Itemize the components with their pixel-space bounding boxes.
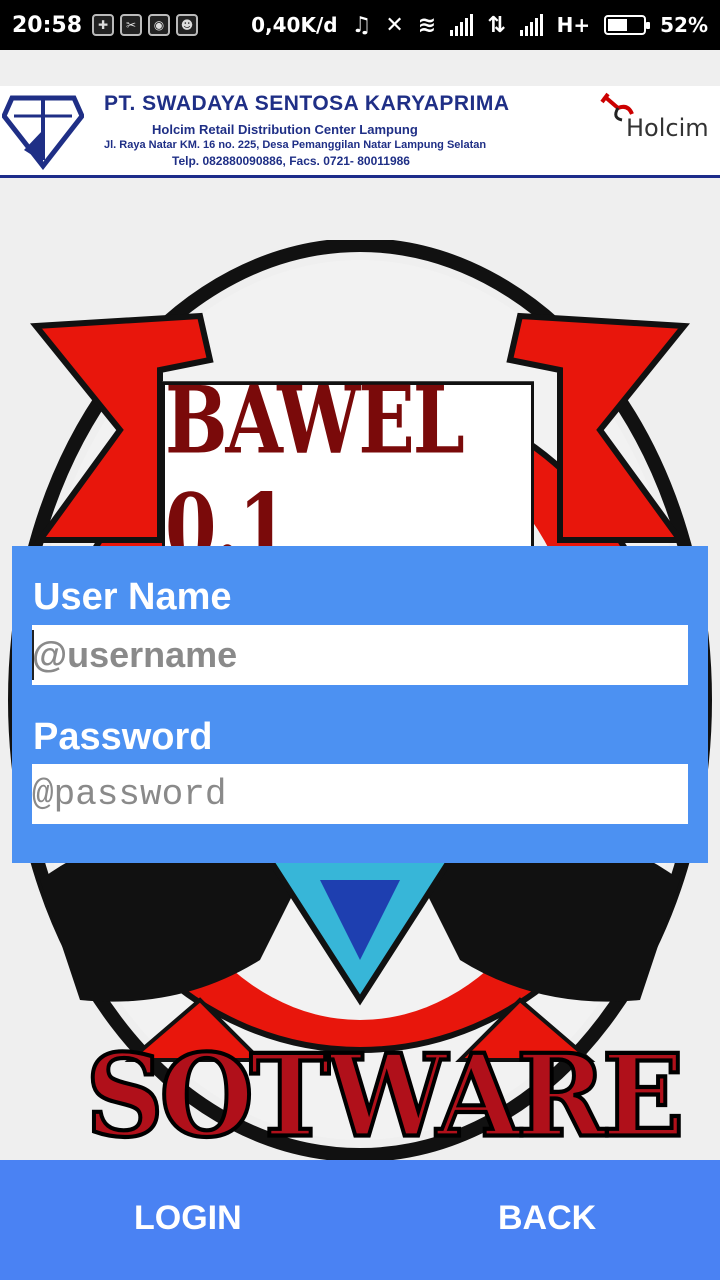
network-speed: 0,40K/d xyxy=(251,13,338,37)
data-transfer-icon: ⇅ xyxy=(487,12,506,38)
emblem-title: BAWEL 0.1 xyxy=(162,368,534,583)
company-name: PT. SWADAYA SENTOSA KARYAPRIMA xyxy=(104,92,510,115)
company-diamond-logo xyxy=(2,95,84,170)
network-type: H+ xyxy=(556,13,591,37)
status-time: 20:58 xyxy=(12,12,83,38)
username-input[interactable] xyxy=(32,625,688,685)
notification-icons: ✚ ✂ ◉ ☻ xyxy=(92,14,199,36)
headphones-icon: ♫ xyxy=(351,12,372,38)
login-button[interactable]: LOGIN xyxy=(0,1160,356,1280)
status-bar: 20:58 ✚ ✂ ◉ ☻ 0,40K/d ♫ ✕ ≋ ⇅ H+ 52% xyxy=(0,0,720,50)
company-header: PT. SWADAYA SENTOSA KARYAPRIMA Holcim Re… xyxy=(0,86,720,178)
company-phone: Telp. 082880090886, Facs. 0721- 80011986 xyxy=(172,154,410,168)
password-label: Password xyxy=(33,716,213,758)
holcim-logo-text: Holcim xyxy=(626,114,709,142)
login-form: User Name Password xyxy=(12,546,708,863)
signal-icon xyxy=(450,14,474,36)
company-address: Jl. Raya Natar KM. 16 no. 225, Desa Pema… xyxy=(104,139,487,151)
android-notification-icon: ☻ xyxy=(176,14,199,36)
wifi-icon: ≋ xyxy=(417,12,437,38)
text-cursor xyxy=(32,630,34,680)
battery-icon xyxy=(604,15,651,35)
vibrate-off-icon: ✕ xyxy=(385,12,404,38)
signal-2-icon xyxy=(519,14,543,36)
back-button[interactable]: BACK xyxy=(356,1160,720,1280)
tool-notification-icon: ✂ xyxy=(120,14,143,36)
shield-notification-icon: ✚ xyxy=(92,14,115,36)
vpn-notification-icon: ◉ xyxy=(148,14,171,36)
username-label: User Name xyxy=(33,576,232,618)
emblem-footer-word: SOTWARE xyxy=(84,1029,687,1166)
battery-percent: 52% xyxy=(660,13,708,37)
bottom-action-bar: LOGIN BACK xyxy=(0,1160,720,1280)
password-input[interactable] xyxy=(32,764,688,824)
company-subtitle: Holcim Retail Distribution Center Lampun… xyxy=(152,122,418,137)
